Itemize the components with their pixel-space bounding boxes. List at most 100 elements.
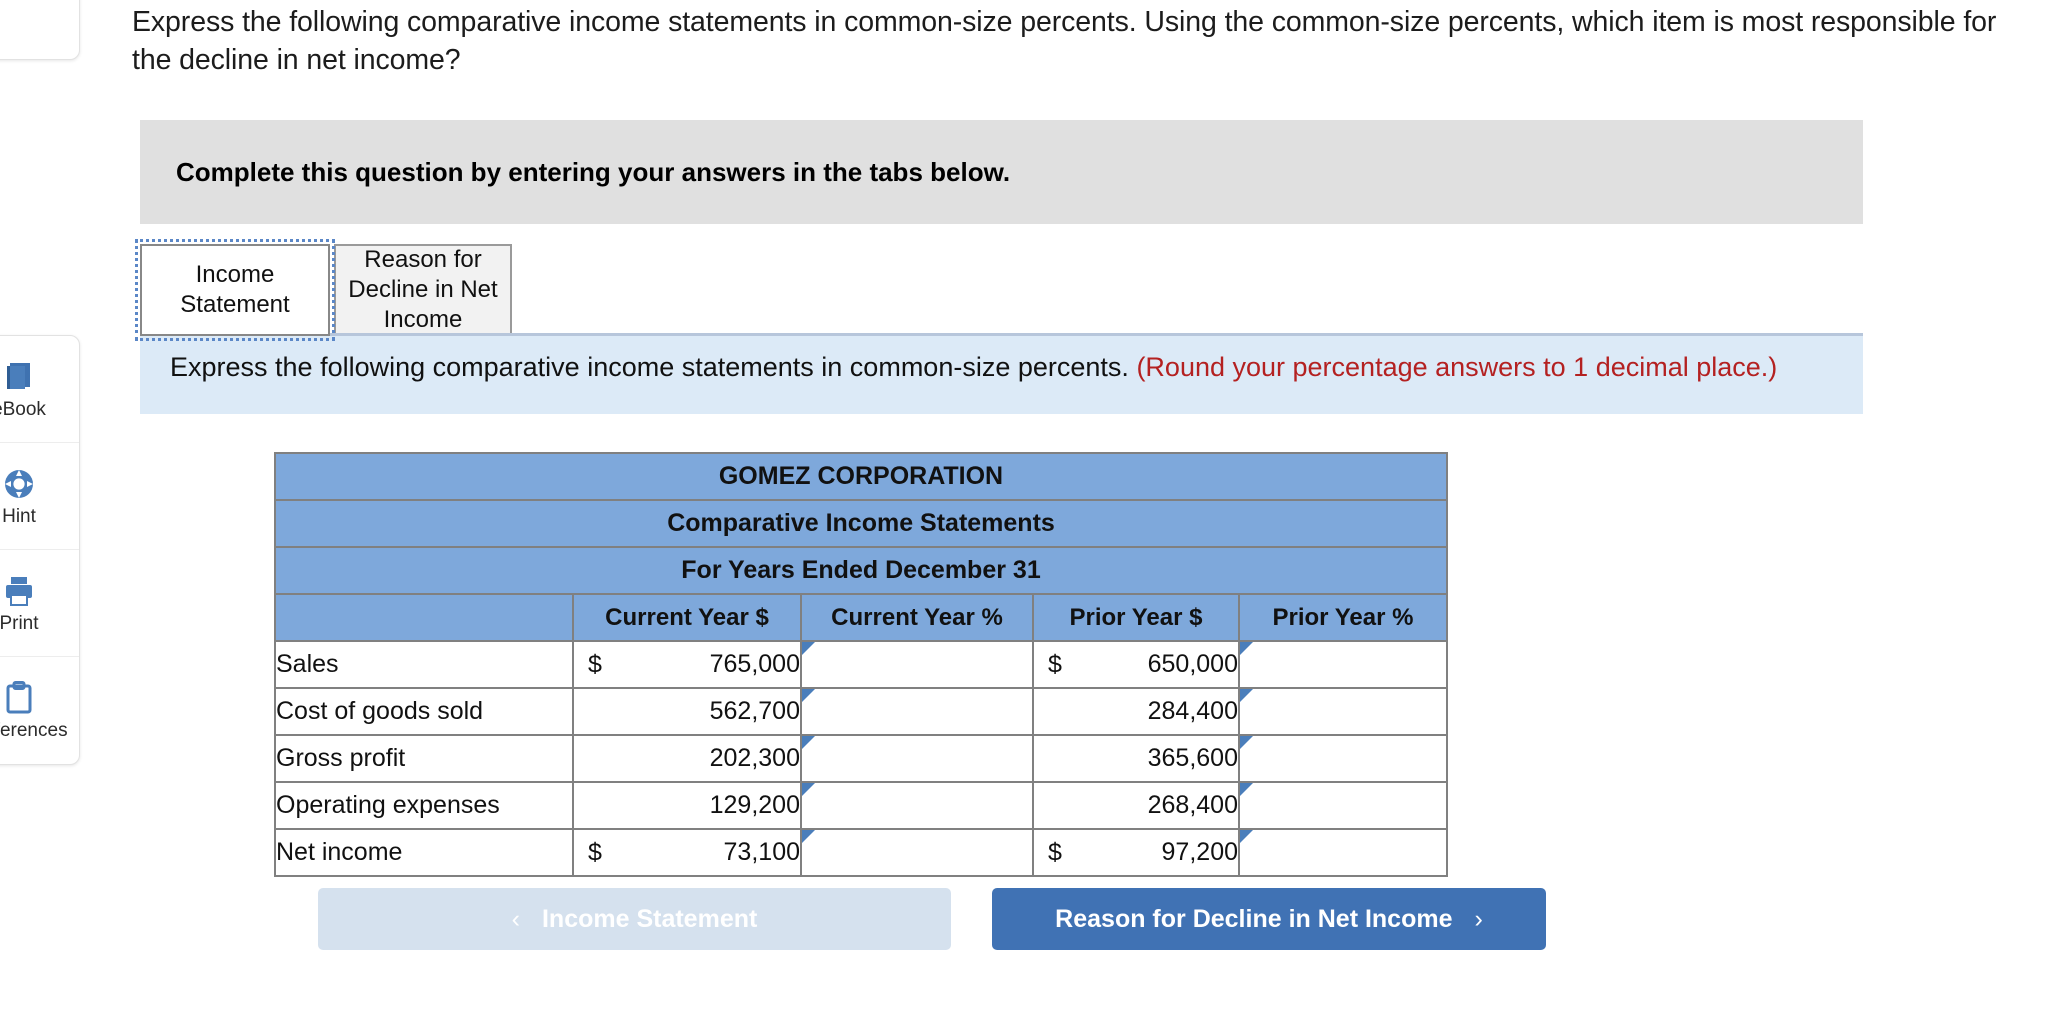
statement-name: Comparative Income Statements (274, 499, 1448, 548)
amount: 284,400 (1147, 697, 1238, 725)
cell-operating-expenses-prior-dollars: 268,400 (1032, 781, 1240, 830)
tab-label: Income Statement (180, 261, 290, 318)
input-sales-prior-percent[interactable] (1238, 640, 1448, 689)
amount: 129,200 (709, 791, 800, 819)
main-content: Express the following comparative income… (132, 0, 2060, 1024)
cell-flag-icon (1240, 689, 1253, 702)
amount: 650,000 (1147, 650, 1238, 678)
column-header-blank (274, 593, 574, 642)
column-header-prior-year-dollars: Prior Year $ (1032, 593, 1240, 642)
sidebar-item-label: eBook (0, 398, 46, 420)
table-title-row: Comparative Income Statements (274, 499, 1448, 548)
amount: 97,200 (1161, 838, 1238, 866)
amount: 765,000 (709, 650, 800, 678)
input-gross-profit-prior-percent[interactable] (1238, 734, 1448, 783)
amount: 268,400 (1147, 791, 1238, 819)
table-row: Sales $ 765,000 $ 650,000 (274, 640, 1448, 689)
tab-label: Reason for Decline in Net Income (348, 246, 498, 333)
instruction-rounding-note: (Round your percentage answers to 1 deci… (1136, 352, 1778, 382)
row-label-gross-profit: Gross profit (274, 734, 574, 783)
sidebar-item-ebook[interactable]: eBook (0, 336, 79, 443)
table-title-row: GOMEZ CORPORATION (274, 452, 1448, 501)
cell-cogs-current-dollars: 562,700 (572, 687, 802, 736)
next-button-label: Reason for Decline in Net Income (1055, 904, 1453, 933)
sidebar-item-label: Hint (2, 505, 36, 527)
tab-income-statement[interactable]: Income Statement (135, 239, 335, 341)
tab-reason-for-decline[interactable]: Reason for Decline in Net Income (334, 244, 512, 336)
input-net-income-prior-percent[interactable] (1238, 828, 1448, 877)
clipboard-references-icon (2, 681, 36, 715)
cell-flag-icon (1240, 736, 1253, 749)
input-cogs-current-percent[interactable] (800, 687, 1034, 736)
statement-period: For Years Ended December 31 (274, 546, 1448, 595)
input-gross-profit-current-percent[interactable] (800, 734, 1034, 783)
cell-flag-icon (802, 830, 815, 843)
cell-net-income-prior-dollars: $ 97,200 (1032, 828, 1240, 877)
currency-symbol: $ (1048, 650, 1062, 678)
table-title-row: For Years Ended December 31 (274, 546, 1448, 595)
prev-income-statement-button[interactable]: ‹ Income Statement (318, 888, 951, 950)
ebook-icon (2, 360, 36, 394)
amount: 365,600 (1147, 744, 1238, 772)
row-label-net-income: Net income (274, 828, 574, 877)
column-header-current-year-dollars: Current Year $ (572, 593, 802, 642)
complete-question-banner-text: Complete this question by entering your … (176, 156, 1011, 187)
table-column-header-row: Current Year $ Current Year % Prior Year… (274, 593, 1448, 642)
cell-flag-icon (802, 783, 815, 796)
row-label-cost-of-goods-sold: Cost of goods sold (274, 687, 574, 736)
cell-flag-icon (1240, 783, 1253, 796)
income-statement-table: GOMEZ CORPORATION Comparative Income Sta… (274, 452, 1448, 877)
currency-symbol: $ (588, 838, 602, 866)
input-operating-expenses-current-percent[interactable] (800, 781, 1034, 830)
input-operating-expenses-prior-percent[interactable] (1238, 781, 1448, 830)
question-prompt: Express the following comparative income… (132, 6, 1997, 76)
currency-symbol: $ (1048, 838, 1062, 866)
instruction-banner: Express the following comparative income… (140, 336, 1863, 414)
cell-gross-profit-current-dollars: 202,300 (572, 734, 802, 783)
lifesaver-hint-icon (2, 467, 36, 501)
complete-question-banner: Complete this question by entering your … (140, 120, 1863, 224)
row-label-operating-expenses: Operating expenses (274, 781, 574, 830)
cell-net-income-current-dollars: $ 73,100 (572, 828, 802, 877)
cell-flag-icon (802, 689, 815, 702)
instruction-main-text: Express the following comparative income… (170, 352, 1129, 382)
sidebar-item-label: Print (0, 612, 39, 634)
navigation-buttons: ‹ Income Statement Reason for Decline in… (318, 888, 1546, 950)
cell-flag-icon (802, 736, 815, 749)
sidebar-item-hint[interactable]: Hint (0, 443, 79, 550)
cell-gross-profit-prior-dollars: 365,600 (1032, 734, 1240, 783)
input-net-income-current-percent[interactable] (800, 828, 1034, 877)
table-row: Operating expenses 129,200 268,400 (274, 781, 1448, 830)
cell-flag-icon (1240, 830, 1253, 843)
tab-strip: Income Statement Reason for Decline in N… (135, 239, 512, 341)
table-row: Cost of goods sold 562,700 284,400 (274, 687, 1448, 736)
sidebar-item-references[interactable]: References (0, 657, 79, 764)
chevron-right-icon: › (1474, 904, 1483, 933)
sidebar-item-label: References (0, 720, 68, 741)
amount: 73,100 (723, 838, 800, 866)
prev-button-label: Income Statement (541, 904, 758, 933)
sidebar-item-print[interactable]: Print (0, 550, 79, 657)
income-statement-table-wrap: GOMEZ CORPORATION Comparative Income Sta… (274, 452, 1448, 877)
table-row: Gross profit 202,300 365,600 (274, 734, 1448, 783)
cell-sales-current-dollars: $ 765,000 (572, 640, 802, 689)
cell-flag-icon (802, 642, 815, 655)
input-cogs-prior-percent[interactable] (1238, 687, 1448, 736)
printer-icon (2, 574, 36, 608)
next-reason-for-decline-button[interactable]: Reason for Decline in Net Income › (992, 888, 1546, 950)
amount: 202,300 (709, 744, 800, 772)
company-name: GOMEZ CORPORATION (274, 452, 1448, 501)
cell-flag-icon (1240, 642, 1253, 655)
cell-sales-prior-dollars: $ 650,000 (1032, 640, 1240, 689)
column-header-current-year-percent: Current Year % (800, 593, 1034, 642)
cell-cogs-prior-dollars: 284,400 (1032, 687, 1240, 736)
column-header-prior-year-percent: Prior Year % (1238, 593, 1448, 642)
table-row: Net income $ 73,100 $ 97,200 (274, 828, 1448, 877)
row-label-sales: Sales (274, 640, 574, 689)
tool-card: eBook Hint (0, 335, 80, 765)
chevron-left-icon: ‹ (511, 904, 520, 933)
top-floating-card (0, 0, 80, 60)
cell-operating-expenses-current-dollars: 129,200 (572, 781, 802, 830)
input-sales-current-percent[interactable] (800, 640, 1034, 689)
left-tool-rail: eBook Hint (0, 0, 80, 1024)
